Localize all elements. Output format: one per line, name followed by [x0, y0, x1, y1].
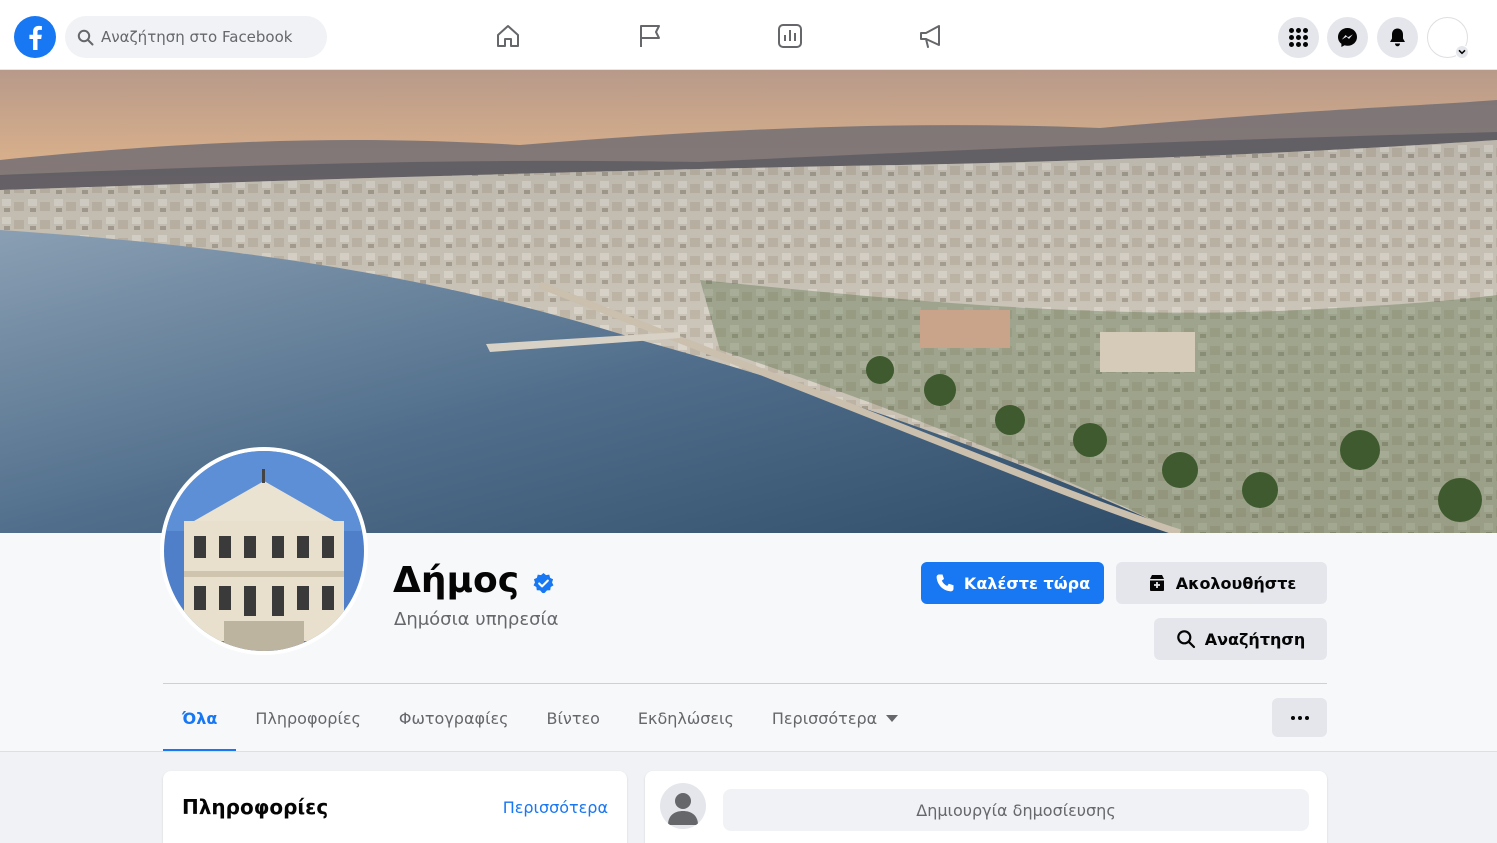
tab-photos[interactable]: Φωτογραφίες [380, 684, 528, 752]
call-now-label: Καλέστε τώρα [963, 573, 1091, 593]
info-card-title: Πληροφορίες [182, 795, 329, 819]
follow-label: Ακολουθήστε [1175, 573, 1297, 593]
header-bottom-border [0, 751, 1497, 752]
account-avatar-button[interactable] [1427, 17, 1469, 59]
verified-badge-icon [533, 572, 554, 594]
menu-grid-icon [1289, 28, 1308, 47]
menu-grid-button[interactable] [1278, 17, 1319, 58]
page-tabs: Όλα Πληροφορίες Φωτογραφίες Βίντεο Εκδηλ… [163, 684, 917, 752]
tab-videos[interactable]: Βίντεο [528, 684, 619, 752]
dot [1297, 715, 1302, 720]
info-card: Πληροφορίες Περισσότερα [163, 771, 627, 843]
top-navigation-bar [0, 0, 1497, 70]
user-avatar-placeholder-icon [660, 783, 706, 829]
tab-more[interactable]: Περισσότερα [753, 684, 917, 752]
create-post-input[interactable]: Δημιουργία δημοσίευσης [723, 789, 1309, 831]
tab-events[interactable]: Εκδηλώσεις [619, 684, 753, 752]
profile-picture[interactable] [160, 447, 368, 655]
insights-icon[interactable] [776, 22, 804, 50]
home-icon[interactable] [494, 22, 522, 50]
messenger-icon [1338, 28, 1357, 47]
chevron-down-icon [1455, 45, 1469, 59]
page-category: Δημόσια υπηρεσία [394, 609, 559, 630]
more-options-button[interactable] [1272, 698, 1327, 737]
search-input[interactable] [101, 16, 321, 58]
page-title: Δήμος [393, 560, 520, 601]
search-icon [1176, 630, 1195, 649]
caret-down-icon [886, 714, 899, 722]
megaphone-icon[interactable] [917, 22, 945, 50]
page-search-button[interactable]: Αναζήτηση [1154, 618, 1327, 660]
dot [1290, 715, 1295, 720]
bell-icon [1390, 28, 1405, 47]
create-post-card: Δημιουργία δημοσίευσης [645, 771, 1327, 843]
messenger-button[interactable] [1327, 17, 1368, 58]
flag-icon[interactable] [636, 22, 664, 50]
page-search-label: Αναζήτηση [1204, 629, 1306, 649]
dot [1304, 715, 1309, 720]
tab-all[interactable]: Όλα [163, 684, 237, 752]
notifications-button[interactable] [1377, 17, 1418, 58]
follow-button[interactable]: Ακολουθήστε [1116, 562, 1327, 604]
info-see-more-link[interactable]: Περισσότερα [503, 798, 608, 817]
search-box[interactable] [65, 16, 327, 58]
search-icon [77, 29, 94, 46]
follow-icon [1149, 575, 1164, 591]
call-now-button[interactable]: Καλέστε τώρα [921, 562, 1104, 604]
facebook-logo-icon[interactable] [14, 16, 56, 58]
tab-about[interactable]: Πληροφορίες [236, 684, 380, 752]
phone-icon [936, 574, 954, 592]
